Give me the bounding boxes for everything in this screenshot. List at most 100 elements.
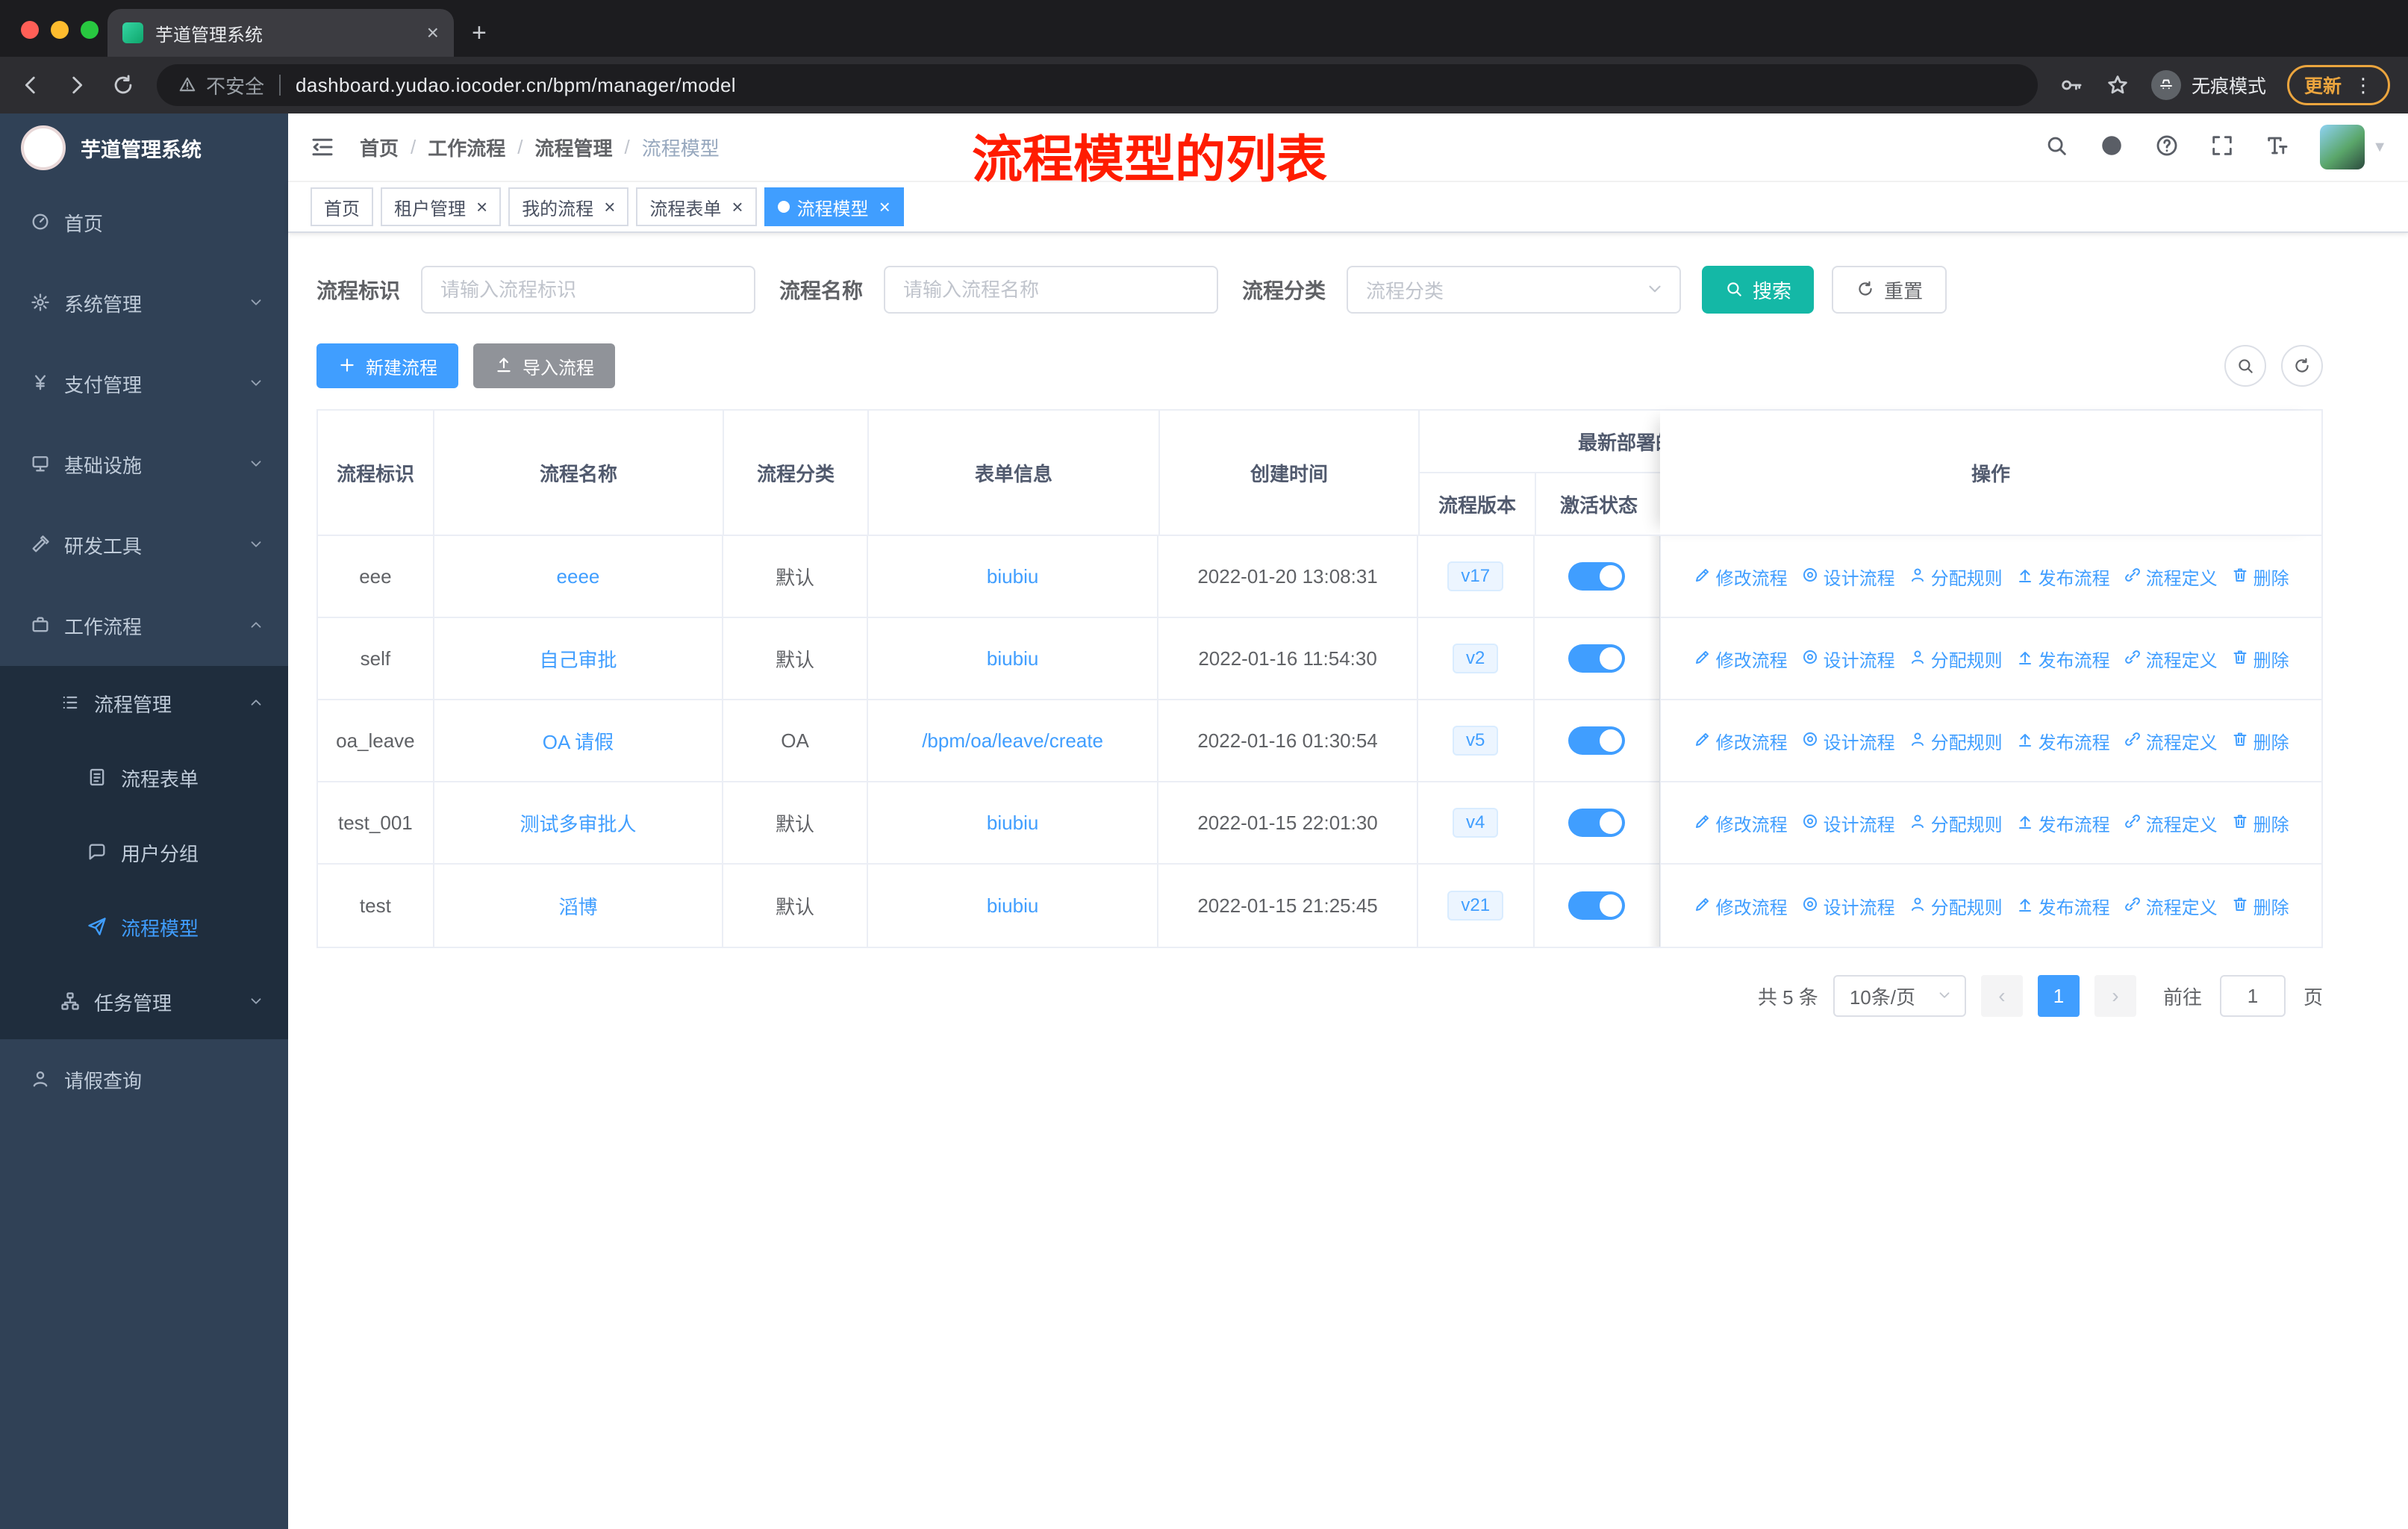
reset-button[interactable]: 重置 — [1832, 266, 1947, 314]
zoom-window-button[interactable] — [81, 21, 99, 39]
action-modify[interactable]: 修改流程 — [1694, 810, 1788, 836]
form-link[interactable]: biubiu — [987, 647, 1038, 670]
action-publish[interactable]: 发布流程 — [2016, 564, 2110, 590]
model-name-link[interactable]: OA 请假 — [543, 727, 614, 755]
sidebar-item-home[interactable]: 首页 — [0, 182, 288, 263]
bookmark-star-icon[interactable] — [2105, 72, 2130, 98]
page-number-button[interactable]: 1 — [2037, 975, 2080, 1017]
address-bar[interactable]: 不安全 dashboard.yudao.iocoder.cn/bpm/manag… — [157, 64, 2038, 106]
close-window-button[interactable] — [21, 21, 39, 39]
action-modify[interactable]: 修改流程 — [1694, 893, 1788, 919]
action-assign-rule[interactable]: 分配规则 — [1909, 564, 2003, 590]
version-badge[interactable]: v5 — [1453, 725, 1499, 756]
breadcrumb-item[interactable]: 首页 — [360, 134, 399, 161]
action-publish[interactable]: 发布流程 — [2016, 646, 2110, 672]
search-button[interactable]: 搜索 — [1702, 266, 1815, 314]
tag-process-model[interactable]: 流程模型 × — [764, 187, 904, 226]
action-definition[interactable]: 流程定义 — [2124, 810, 2218, 836]
action-definition[interactable]: 流程定义 — [2124, 893, 2218, 919]
active-status-toggle[interactable] — [1568, 562, 1626, 591]
sidebar-item-task-management[interactable]: 任务管理 — [0, 965, 288, 1039]
action-delete[interactable]: 删除 — [2231, 728, 2289, 754]
update-button[interactable]: 更新 ⋮ — [2286, 65, 2390, 105]
user-menu[interactable]: ▼ — [2320, 125, 2387, 169]
form-link[interactable]: biubiu — [987, 894, 1038, 918]
tag-tenant[interactable]: 租户管理 × — [381, 187, 502, 226]
tag-home[interactable]: 首页 — [311, 187, 373, 226]
active-status-toggle[interactable] — [1568, 644, 1626, 673]
action-design[interactable]: 设计流程 — [1801, 893, 1895, 919]
refresh-table-button[interactable] — [2281, 345, 2323, 387]
sidebar-item-process-form[interactable]: 流程表单 — [0, 741, 288, 815]
sidebar-item-workflow[interactable]: 工作流程 — [0, 585, 288, 666]
model-name-link[interactable]: 滔博 — [558, 892, 597, 920]
sidebar-item-process-management[interactable]: 流程管理 — [0, 666, 288, 741]
action-design[interactable]: 设计流程 — [1801, 564, 1895, 590]
action-definition[interactable]: 流程定义 — [2124, 564, 2218, 590]
process-key-input[interactable] — [421, 266, 756, 314]
process-name-input[interactable] — [884, 266, 1219, 314]
github-icon[interactable] — [2099, 133, 2124, 162]
back-icon[interactable] — [18, 72, 43, 98]
breadcrumb-item[interactable]: 流程管理 — [535, 134, 613, 161]
action-assign-rule[interactable]: 分配规则 — [1909, 728, 2003, 754]
action-publish[interactable]: 发布流程 — [2016, 728, 2110, 754]
version-badge[interactable]: v17 — [1447, 561, 1504, 592]
tab-close-icon[interactable]: × — [427, 21, 439, 45]
prev-page-button[interactable]: ‹ — [1980, 975, 2023, 1017]
sidebar-item-infrastructure[interactable]: 基础设施 — [0, 424, 288, 505]
app-logo[interactable]: 芋道管理系统 — [0, 113, 288, 182]
font-size-icon[interactable] — [2265, 133, 2290, 162]
model-name-link[interactable]: 测试多审批人 — [520, 809, 636, 837]
sidebar-item-leave-query[interactable]: 请假查询 — [0, 1039, 288, 1120]
password-key-icon[interactable] — [2059, 72, 2084, 98]
browser-menu-icon[interactable]: ⋮ — [2354, 74, 2373, 97]
next-page-button[interactable]: › — [2094, 975, 2136, 1017]
sidebar-item-payment-management[interactable]: 支付管理 — [0, 343, 288, 424]
goto-page-input[interactable] — [2219, 975, 2286, 1017]
action-assign-rule[interactable]: 分配规则 — [1909, 810, 2003, 836]
action-delete[interactable]: 删除 — [2231, 646, 2289, 672]
action-publish[interactable]: 发布流程 — [2016, 810, 2110, 836]
active-status-toggle[interactable] — [1568, 891, 1626, 920]
breadcrumb-item[interactable]: 工作流程 — [428, 134, 505, 161]
tag-close-icon[interactable]: × — [879, 197, 890, 217]
tag-process-form[interactable]: 流程表单 × — [636, 187, 757, 226]
new-tab-button[interactable]: + — [472, 19, 487, 48]
form-link[interactable]: biubiu — [987, 565, 1038, 588]
sidebar-item-user-group[interactable]: 用户分组 — [0, 815, 288, 890]
tag-close-icon[interactable]: × — [604, 197, 615, 217]
action-publish[interactable]: 发布流程 — [2016, 893, 2110, 919]
help-icon[interactable] — [2154, 133, 2180, 162]
action-modify[interactable]: 修改流程 — [1694, 728, 1788, 754]
reload-icon[interactable] — [110, 72, 136, 98]
sidebar-item-process-model[interactable]: 流程模型 — [0, 890, 288, 965]
action-delete[interactable]: 删除 — [2231, 810, 2289, 836]
action-assign-rule[interactable]: 分配规则 — [1909, 646, 2003, 672]
active-status-toggle[interactable] — [1568, 726, 1626, 755]
action-assign-rule[interactable]: 分配规则 — [1909, 893, 2003, 919]
minimize-window-button[interactable] — [51, 21, 69, 39]
forward-icon[interactable] — [64, 72, 90, 98]
page-size-select[interactable]: 10条/页 — [1832, 975, 1966, 1017]
sidebar-item-system-management[interactable]: 系统管理 — [0, 263, 288, 343]
action-definition[interactable]: 流程定义 — [2124, 728, 2218, 754]
action-delete[interactable]: 删除 — [2231, 564, 2289, 590]
header-search-icon[interactable] — [2044, 133, 2069, 162]
browser-tab[interactable]: 芋道管理系统 × — [107, 9, 454, 57]
version-badge[interactable]: v4 — [1453, 807, 1499, 838]
action-design[interactable]: 设计流程 — [1801, 728, 1895, 754]
model-name-link[interactable]: 自己审批 — [539, 645, 617, 673]
active-status-toggle[interactable] — [1568, 809, 1626, 837]
action-modify[interactable]: 修改流程 — [1694, 646, 1788, 672]
version-badge[interactable]: v2 — [1453, 643, 1499, 674]
toggle-search-button[interactable] — [2224, 345, 2266, 387]
form-link[interactable]: biubiu — [987, 812, 1038, 835]
action-design[interactable]: 设计流程 — [1801, 810, 1895, 836]
tag-close-icon[interactable]: × — [476, 197, 487, 217]
action-definition[interactable]: 流程定义 — [2124, 646, 2218, 672]
model-name-link[interactable]: eeee — [557, 565, 600, 588]
tag-my-process[interactable]: 我的流程 × — [508, 187, 629, 226]
action-design[interactable]: 设计流程 — [1801, 646, 1895, 672]
action-modify[interactable]: 修改流程 — [1694, 564, 1788, 590]
